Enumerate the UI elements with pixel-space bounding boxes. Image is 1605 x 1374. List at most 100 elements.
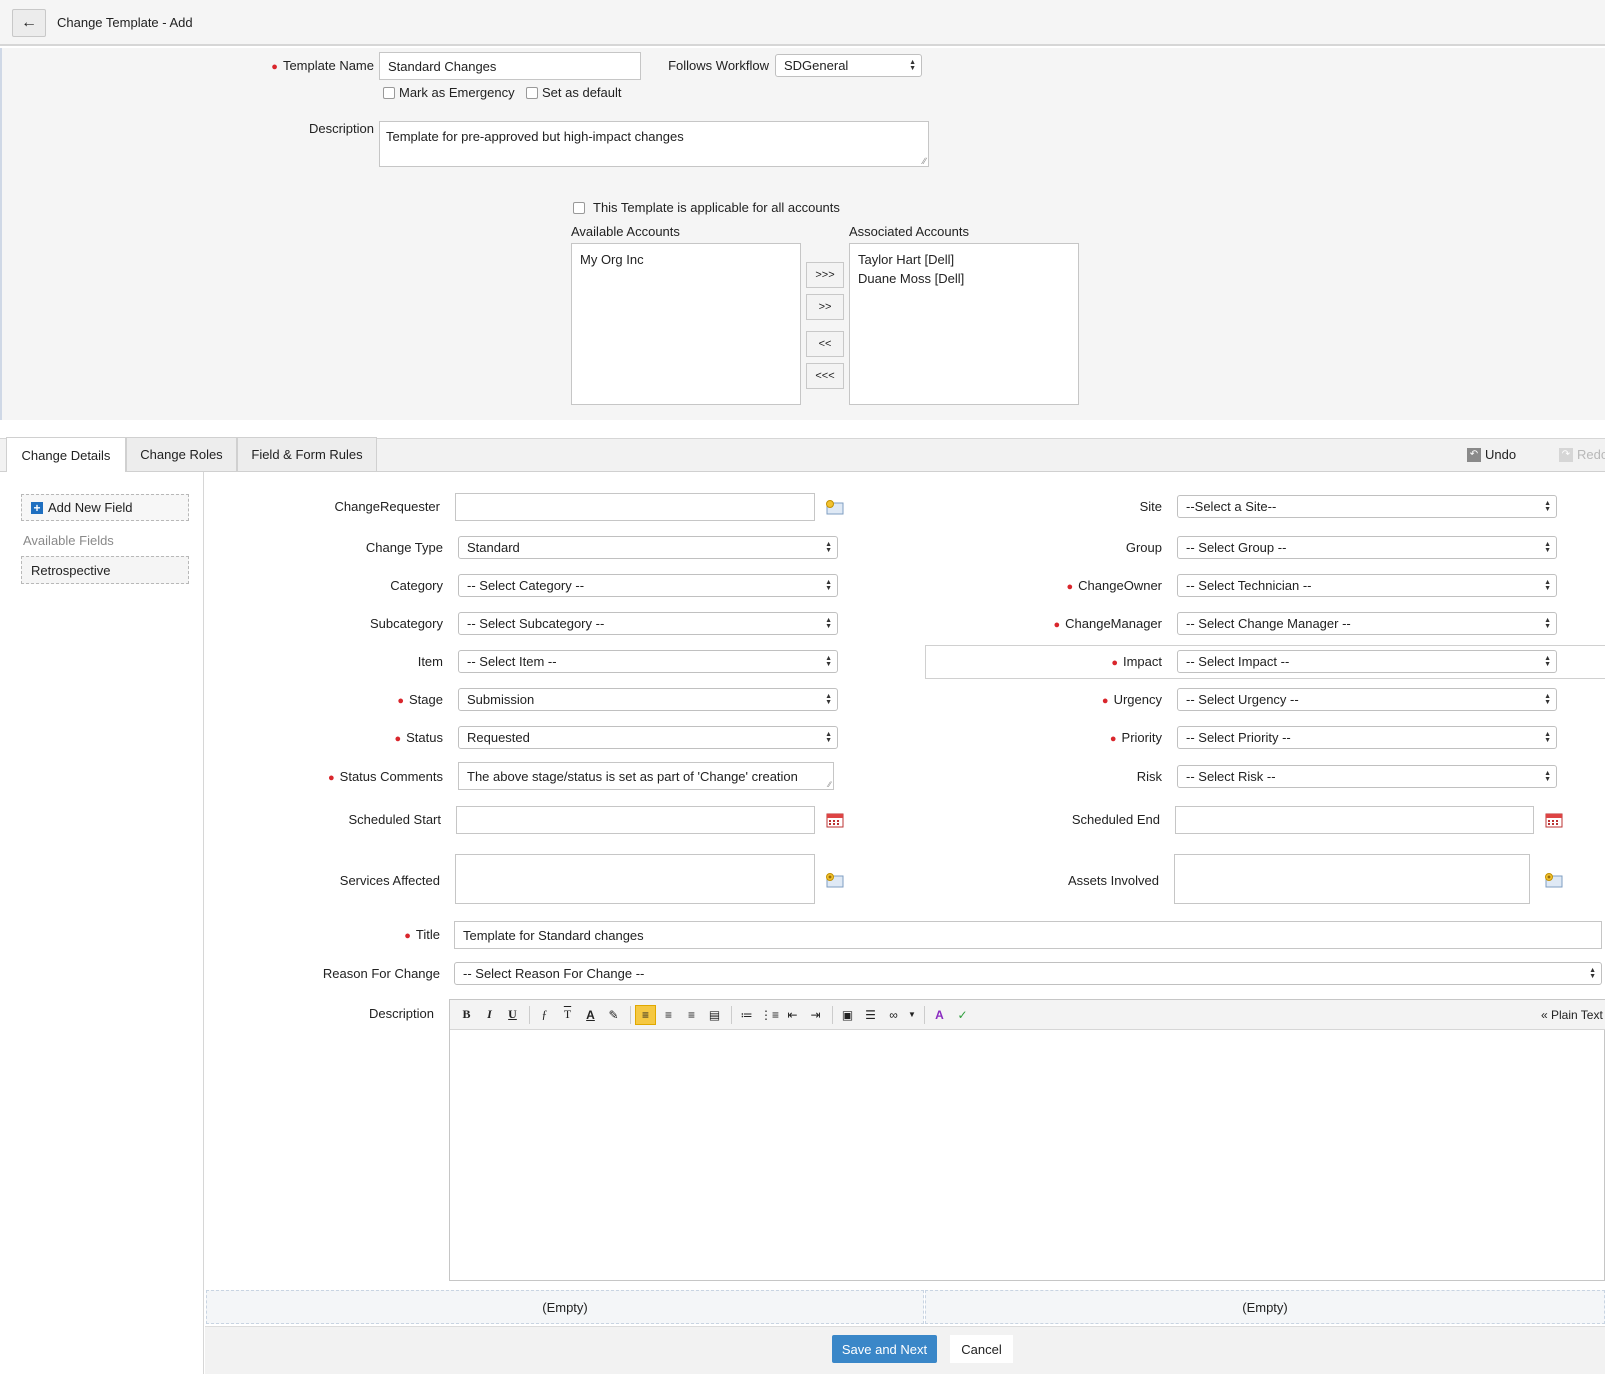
italic-icon[interactable]: I bbox=[479, 1005, 500, 1025]
empty-field-slot[interactable]: (Empty) bbox=[925, 1290, 1605, 1324]
cancel-button[interactable]: Cancel bbox=[950, 1335, 1013, 1363]
default-checkbox[interactable] bbox=[526, 86, 538, 99]
risk-label: Risk bbox=[1136, 769, 1162, 784]
select-arrow-icon: ▲ ▼ bbox=[825, 540, 832, 554]
status-select[interactable]: Requested ▲ ▼ bbox=[458, 726, 838, 749]
link-icon[interactable]: ∞ bbox=[883, 1005, 904, 1025]
align-center-icon[interactable]: ≡ bbox=[658, 1005, 679, 1025]
spellcheck-icon[interactable]: ✓ bbox=[952, 1005, 973, 1025]
select-arrow-icon: ▲ ▼ bbox=[1544, 499, 1551, 513]
font-family-icon[interactable]: ƒ bbox=[534, 1005, 555, 1025]
insert-image-icon[interactable]: ▣ bbox=[837, 1005, 858, 1025]
toolbar-divider bbox=[924, 1005, 925, 1024]
associated-accounts-list[interactable]: Taylor Hart [Dell] Duane Moss [Dell] bbox=[849, 243, 1079, 405]
select-arrow-icon: ▲ ▼ bbox=[909, 58, 916, 72]
impact-label: ● Impact bbox=[1111, 654, 1162, 669]
all-accounts-checkbox[interactable] bbox=[573, 201, 585, 214]
requester-lookup-icon[interactable] bbox=[823, 498, 845, 516]
risk-select[interactable]: -- Select Risk -- ▲ ▼ bbox=[1177, 765, 1557, 788]
change-requester-input[interactable] bbox=[455, 493, 815, 521]
chevron-down-icon[interactable]: ▼ bbox=[906, 1005, 918, 1025]
calendar-icon[interactable] bbox=[824, 811, 846, 829]
all-accounts-option[interactable]: This Template is applicable for all acco… bbox=[573, 200, 840, 215]
body-description-label: Description bbox=[368, 1006, 434, 1021]
move-right-button[interactable]: >> bbox=[806, 294, 844, 320]
redo-icon: ↷ bbox=[1559, 447, 1573, 462]
move-left-button[interactable]: << bbox=[806, 331, 844, 357]
reason-select[interactable]: -- Select Reason For Change -- ▲ ▼ bbox=[454, 962, 1602, 985]
scheduled-start-input[interactable] bbox=[456, 806, 815, 834]
redo-button[interactable]: ↷ Redo bbox=[1559, 447, 1605, 462]
outdent-icon[interactable]: ⇤ bbox=[782, 1005, 803, 1025]
font-size-icon[interactable]: T bbox=[557, 1005, 578, 1025]
bold-icon[interactable]: B bbox=[456, 1005, 477, 1025]
reason-label: Reason For Change bbox=[322, 966, 440, 981]
available-accounts-list[interactable]: My Org Inc bbox=[571, 243, 801, 405]
align-left-icon[interactable]: ≡ bbox=[635, 1004, 656, 1025]
urgency-select[interactable]: -- Select Urgency -- ▲ ▼ bbox=[1177, 688, 1557, 711]
workflow-select[interactable]: SDGeneral ▲ ▼ bbox=[775, 54, 922, 77]
indent-icon[interactable]: ⇥ bbox=[805, 1005, 826, 1025]
list-item[interactable]: Taylor Hart [Dell] bbox=[858, 250, 1070, 269]
priority-select[interactable]: -- Select Priority -- ▲ ▼ bbox=[1177, 726, 1557, 749]
horizontal-rule-icon[interactable]: ☰ bbox=[860, 1005, 881, 1025]
rich-text-editor[interactable] bbox=[449, 999, 1605, 1281]
services-add-icon[interactable] bbox=[823, 871, 845, 889]
select-arrow-icon: ▲ ▼ bbox=[825, 578, 832, 592]
move-all-right-button[interactable]: >>> bbox=[806, 262, 844, 288]
resize-handle-icon[interactable]: ∕∕ bbox=[923, 156, 926, 166]
save-and-next-button[interactable]: Save and Next bbox=[832, 1335, 937, 1363]
field-item-retrospective[interactable]: Retrospective bbox=[21, 556, 189, 584]
ordered-list-icon[interactable]: ≔ bbox=[736, 1005, 757, 1025]
group-select[interactable]: -- Select Group -- ▲ ▼ bbox=[1177, 536, 1557, 559]
workflow-label: Follows Workflow bbox=[668, 58, 769, 73]
change-owner-select[interactable]: -- Select Technician -- ▲ ▼ bbox=[1177, 574, 1557, 597]
align-right-icon[interactable]: ≡ bbox=[681, 1005, 702, 1025]
default-option[interactable]: Set as default bbox=[526, 85, 622, 100]
priority-label: ● Priority bbox=[1109, 730, 1162, 745]
highlight-color-icon[interactable]: ✎ bbox=[603, 1005, 624, 1025]
assets-involved-box[interactable] bbox=[1174, 854, 1530, 904]
select-arrow-icon: ▲ ▼ bbox=[1544, 654, 1551, 668]
description-label: Description bbox=[308, 121, 374, 136]
subcategory-select[interactable]: -- Select Subcategory -- ▲ ▼ bbox=[458, 612, 838, 635]
tab-change-details[interactable]: Change Details bbox=[6, 437, 126, 473]
undo-button[interactable]: ↶ Undo bbox=[1467, 447, 1516, 462]
impact-select[interactable]: -- Select Impact -- ▲ ▼ bbox=[1177, 650, 1557, 673]
subcategory-label: Subcategory bbox=[370, 616, 443, 631]
list-item[interactable]: Duane Moss [Dell] bbox=[858, 269, 1070, 288]
bullet-list-icon[interactable]: ⋮≡ bbox=[759, 1005, 780, 1025]
title-input[interactable]: Template for Standard changes bbox=[454, 921, 1602, 949]
site-select[interactable]: --Select a Site-- ▲ ▼ bbox=[1177, 495, 1557, 518]
services-affected-box[interactable] bbox=[455, 854, 815, 904]
emergency-checkbox[interactable] bbox=[383, 86, 395, 99]
item-select[interactable]: -- Select Item -- ▲ ▼ bbox=[458, 650, 838, 673]
add-new-field-button[interactable]: + Add New Field bbox=[21, 494, 189, 521]
template-name-input[interactable]: Standard Changes bbox=[379, 52, 641, 80]
status-comments-textarea[interactable]: The above stage/status is set as part of… bbox=[458, 762, 834, 790]
category-select[interactable]: -- Select Category -- ▲ ▼ bbox=[458, 574, 838, 597]
list-item[interactable]: My Org Inc bbox=[580, 250, 792, 269]
assets-add-icon[interactable] bbox=[1542, 871, 1564, 889]
emergency-option[interactable]: Mark as Emergency bbox=[383, 85, 515, 100]
stage-select[interactable]: Submission ▲ ▼ bbox=[458, 688, 838, 711]
description-textarea[interactable]: Template for pre-approved but high-impac… bbox=[379, 121, 929, 167]
select-arrow-icon: ▲ ▼ bbox=[1544, 540, 1551, 554]
move-all-left-button[interactable]: <<< bbox=[806, 363, 844, 389]
clear-format-icon[interactable]: A bbox=[929, 1005, 950, 1025]
font-color-icon[interactable]: A bbox=[580, 1005, 601, 1025]
editor-toolbar: B I U ƒ T A ✎ ≡ ≡ ≡ ▤ ≔ ⋮≡ ⇤ ⇥ ▣ ☰ ∞ ▼ A… bbox=[450, 1000, 1605, 1030]
justify-icon[interactable]: ▤ bbox=[704, 1005, 725, 1025]
underline-icon[interactable]: U bbox=[502, 1005, 523, 1025]
plain-text-toggle[interactable]: « Plain Text bbox=[1541, 1008, 1603, 1022]
back-button[interactable]: ← bbox=[12, 9, 46, 37]
calendar-icon[interactable] bbox=[1543, 811, 1565, 829]
select-arrow-icon: ▲ ▼ bbox=[825, 692, 832, 706]
change-type-select[interactable]: Standard ▲ ▼ bbox=[458, 536, 838, 559]
tab-change-roles[interactable]: Change Roles bbox=[126, 437, 237, 471]
scheduled-end-input[interactable] bbox=[1175, 806, 1534, 834]
tab-field-form-rules[interactable]: Field & Form Rules bbox=[237, 437, 377, 471]
resize-handle-icon[interactable]: ∕∕ bbox=[828, 780, 831, 789]
empty-field-slot[interactable]: (Empty) bbox=[206, 1290, 924, 1324]
change-manager-select[interactable]: -- Select Change Manager -- ▲ ▼ bbox=[1177, 612, 1557, 635]
